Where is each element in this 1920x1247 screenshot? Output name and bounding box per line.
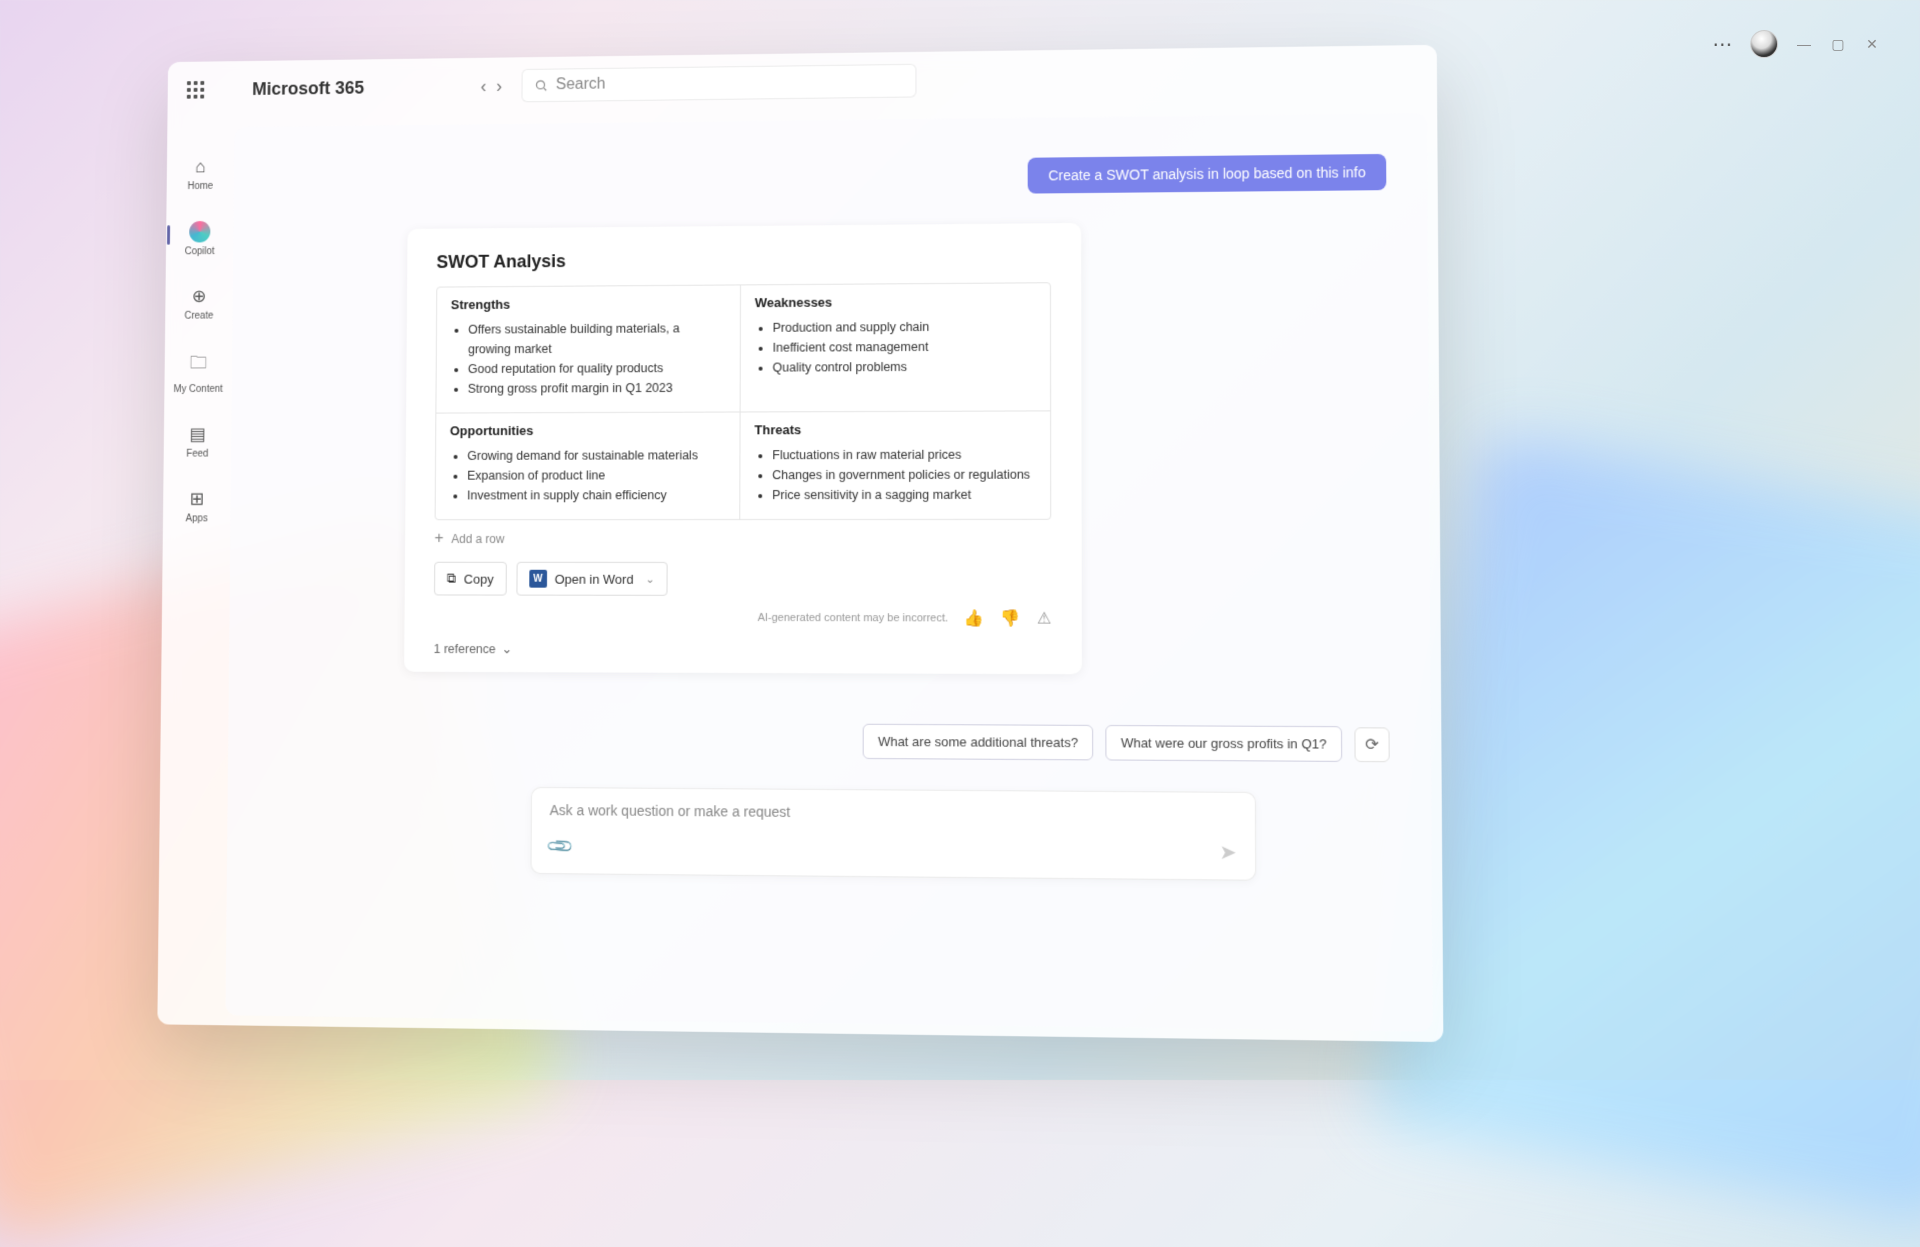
sidebar-item-my-content[interactable]: 🗀 My Content (173, 351, 223, 395)
app-title: Microsoft 365 (252, 77, 364, 99)
swot-strengths-cell[interactable]: Strengths Offers sustainable building ma… (436, 285, 741, 413)
search-icon (534, 78, 548, 92)
quadrant-heading: Strengths (451, 295, 726, 312)
swot-item: Good reputation for quality products (468, 358, 726, 379)
swot-table: Strengths Offers sustainable building ma… (435, 282, 1052, 520)
sidebar-item-feed[interactable]: ▤ Feed (186, 424, 208, 459)
chat-input-placeholder: Ask a work question or make a request (550, 802, 1237, 823)
sidebar-item-create[interactable]: ⊕ Create (184, 286, 213, 321)
chat-input[interactable]: Ask a work question or make a request 📎 … (530, 787, 1256, 881)
search-input[interactable]: Search (522, 64, 917, 103)
avatar[interactable] (1750, 30, 1778, 58)
create-icon: ⊕ (192, 286, 207, 307)
sidebar-item-label: My Content (173, 384, 222, 395)
attach-icon[interactable]: 📎 (545, 831, 575, 862)
sidebar: ⌂ Home Copilot ⊕ Create 🗀 My Content ▤ F… (157, 118, 234, 1026)
swot-item: Investment in supply chain efficiency (467, 485, 725, 505)
swot-opportunities-cell[interactable]: Opportunities Growing demand for sustain… (436, 412, 741, 519)
copy-button[interactable]: ⧉ Copy (434, 562, 506, 596)
swot-item: Expansion of product line (467, 465, 725, 485)
add-row-label: Add a row (451, 532, 504, 546)
sidebar-item-copilot[interactable]: Copilot (185, 221, 215, 257)
quadrant-heading: Weaknesses (755, 293, 1036, 310)
quadrant-heading: Threats (754, 421, 1036, 437)
nav-forward-icon[interactable]: › (496, 76, 502, 97)
refresh-suggestions-button[interactable]: ⟳ (1354, 727, 1389, 762)
app-launcher-icon[interactable] (187, 81, 204, 99)
sidebar-item-label: Feed (186, 449, 208, 460)
quadrant-heading: Opportunities (450, 422, 726, 438)
open-in-word-button[interactable]: W Open in Word ⌄ (516, 562, 667, 596)
send-icon[interactable]: ➤ (1219, 840, 1236, 866)
sidebar-item-label: Create (184, 311, 213, 322)
copy-label: Copy (464, 571, 494, 586)
thumbs-up-icon[interactable]: 👍 (964, 608, 984, 628)
word-icon: W (529, 570, 547, 588)
swot-item: Growing demand for sustainable materials (467, 445, 725, 465)
user-prompt-bubble: Create a SWOT analysis in loop based on … (1028, 154, 1386, 194)
ai-disclaimer: AI-generated content may be incorrect. (758, 612, 949, 624)
sidebar-item-label: Home (187, 181, 213, 192)
swot-item: Price sensitivity in a sagging market (772, 485, 1036, 505)
sidebar-item-label: Copilot (185, 246, 215, 257)
chat-content: Create a SWOT analysis in loop based on … (225, 113, 1432, 1031)
feed-icon: ▤ (189, 424, 206, 445)
sidebar-item-home[interactable]: ⌂ Home (187, 157, 213, 192)
references-toggle[interactable]: 1 reference ⌄ (434, 641, 1052, 658)
swot-item: Production and supply chain (773, 316, 1036, 337)
thumbs-down-icon[interactable]: 👎 (1000, 608, 1020, 628)
swot-item: Inefficient cost management (773, 336, 1036, 357)
chevron-down-icon: ⌄ (645, 572, 654, 585)
report-icon[interactable]: ⚠ (1037, 608, 1052, 628)
card-title: SWOT Analysis (436, 247, 1051, 273)
maximize-button[interactable]: ▢ (1830, 36, 1846, 52)
sidebar-item-label: Apps (186, 513, 208, 524)
folder-icon: 🗀 (190, 351, 208, 380)
swot-item: Quality control problems (772, 356, 1035, 377)
swot-item: Changes in government policies or regula… (772, 465, 1036, 485)
swot-item: Offers sustainable building materials, a… (468, 318, 726, 359)
response-card: SWOT Analysis Strengths Offers sustainab… (404, 223, 1082, 674)
swot-weaknesses-cell[interactable]: Weaknesses Production and supply chain I… (741, 283, 1051, 412)
more-icon[interactable]: ⋯ (1712, 32, 1732, 57)
search-placeholder: Search (556, 76, 606, 94)
swot-item: Strong gross profit margin in Q1 2023 (468, 378, 726, 399)
swot-threats-cell[interactable]: Threats Fluctuations in raw material pri… (740, 411, 1050, 519)
nav-back-icon[interactable]: ‹ (481, 76, 487, 97)
refresh-icon: ⟳ (1365, 734, 1379, 755)
open-word-label: Open in Word (555, 571, 634, 586)
add-row-button[interactable]: + Add a row (434, 530, 1051, 548)
apps-icon: ⊞ (190, 489, 205, 510)
copy-icon: ⧉ (447, 571, 456, 587)
chevron-down-icon: ⌄ (502, 641, 512, 656)
minimize-button[interactable]: — (1796, 36, 1812, 52)
plus-icon: + (434, 530, 443, 548)
copilot-icon (189, 221, 210, 243)
swot-item: Fluctuations in raw material prices (772, 445, 1036, 466)
suggestion-pill[interactable]: What were our gross profits in Q1? (1105, 725, 1342, 762)
sidebar-item-apps[interactable]: ⊞ Apps (186, 489, 208, 524)
references-label: 1 reference (434, 642, 496, 656)
home-icon: ⌂ (195, 157, 206, 178)
suggestion-pill[interactable]: What are some additional threats? (863, 724, 1094, 761)
close-button[interactable]: ✕ (1864, 36, 1880, 52)
app-window: Microsoft 365 ‹ › Search ⌂ Home Copilot … (157, 45, 1443, 1042)
